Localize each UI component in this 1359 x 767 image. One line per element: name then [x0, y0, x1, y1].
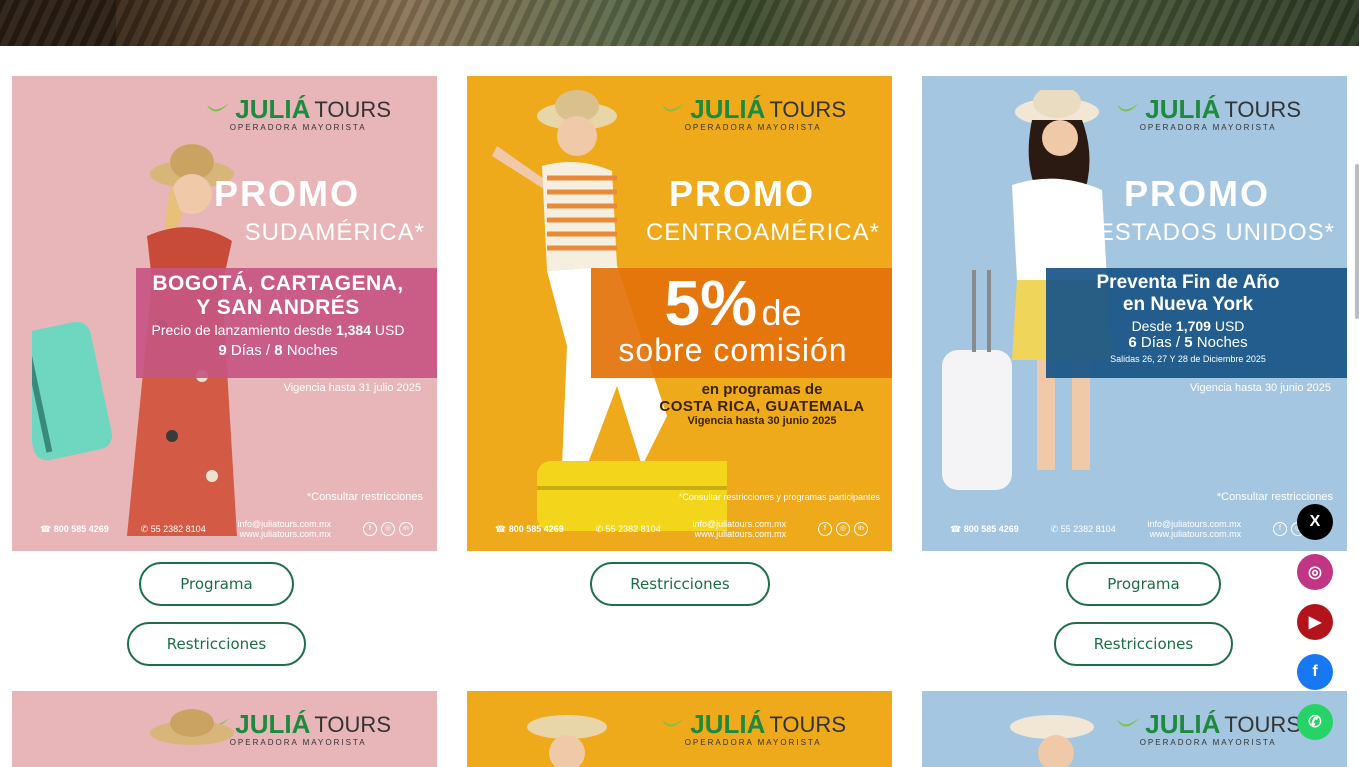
hero-banner-image: [0, 0, 1359, 46]
restrictions-note: *Consultar restricciones: [306, 491, 423, 503]
promo-heading: PROMO: [213, 173, 360, 214]
restrictions-note: *Consultar restricciones: [1216, 491, 1333, 503]
band-title-line-2: Y SAN ANDRÉS: [196, 296, 360, 319]
x-icon[interactable]: X: [1297, 504, 1333, 540]
card-footer: ☎ 800 585 4269 ✆ 55 2382 8104 info@julia…: [40, 519, 413, 539]
promo-card-sudamerica[interactable]: JULIÁ TOURS OPERADORA MAYORISTA PROMO SUD…: [12, 76, 437, 551]
band-title-line-2: en Nueva York: [1122, 294, 1254, 315]
promo-card-centroamerica-2[interactable]: JULIÁ TOURS OPERADORA MAYORISTA: [467, 691, 892, 767]
facebook-icon[interactable]: f: [1297, 654, 1333, 690]
instagram-icon: ◎: [836, 522, 850, 536]
julia-tours-logo: JULIÁ TOURS OPERADORA MAYORISTA: [660, 709, 846, 747]
traveler-woman-image: [527, 715, 607, 767]
card-footer: ☎ 800 585 4269 ✆ 55 2382 8104 info@julia…: [495, 519, 868, 539]
promo-heading: PROMO: [668, 173, 815, 214]
promo-card-sudamerica-2[interactable]: JULIÁ TOURS OPERADORA MAYORISTA: [12, 691, 437, 767]
validity-text: Vigencia hasta 31 julio 2025: [283, 382, 421, 394]
restricciones-button[interactable]: Restricciones: [590, 562, 770, 606]
programa-button[interactable]: Programa: [139, 562, 294, 606]
facebook-icon: f: [818, 522, 832, 536]
instagram-icon: ◎: [381, 522, 395, 536]
whatsapp-icon[interactable]: ✆: [1297, 704, 1333, 740]
region-label: ESTADOS UNIDOS*: [1097, 219, 1335, 246]
promo-heading: PROMO: [1123, 173, 1270, 214]
facebook-icon: f: [363, 522, 377, 536]
julia-tours-logo: JULIÁ TOURS OPERADORA MAYORISTA: [1115, 94, 1301, 132]
promo-card-estados-unidos[interactable]: JULIÁ TOURS OPERADORA MAYORISTA PROMO EST…: [922, 76, 1347, 551]
restrictions-note: *Consultar restricciones y programas par…: [678, 492, 880, 502]
promo-card-estados-unidos-2[interactable]: JULIÁ TOURS OPERADORA MAYORISTA: [922, 691, 1347, 767]
page-scrollbar[interactable]: [1355, 164, 1359, 319]
traveler-woman-image: [1010, 715, 1094, 767]
validity-text: Vigencia hasta 30 junio 2025: [1189, 382, 1331, 394]
promo-card-centroamerica[interactable]: JULIÁ TOURS OPERADORA MAYORISTA PROMO CEN…: [467, 76, 892, 551]
card-footer: ☎ 800 585 4269 ✆ 55 2382 8104 info@julia…: [950, 519, 1323, 539]
commission-value: 5%: [664, 267, 758, 339]
band-title-line-1: BOGOTÁ, CARTAGENA,: [152, 272, 404, 295]
region-label: SUDAMÉRICA*: [244, 219, 425, 246]
instagram-icon[interactable]: ◎: [1297, 554, 1333, 590]
restricciones-button[interactable]: Restricciones: [127, 622, 306, 666]
restricciones-button[interactable]: Restricciones: [1054, 622, 1233, 666]
programa-button[interactable]: Programa: [1066, 562, 1221, 606]
traveler-woman-image: [150, 709, 234, 745]
facebook-icon: f: [1273, 522, 1287, 536]
region-label: CENTROAMÉRICA*: [645, 219, 880, 246]
linkedin-icon: in: [854, 522, 868, 536]
youtube-icon[interactable]: ▶: [1297, 604, 1333, 640]
linkedin-icon: in: [399, 522, 413, 536]
julia-tours-logo: JULIÁ TOURS OPERADORA MAYORISTA: [1115, 709, 1301, 747]
band-title-line-1: Preventa Fin de Año: [1096, 272, 1280, 293]
